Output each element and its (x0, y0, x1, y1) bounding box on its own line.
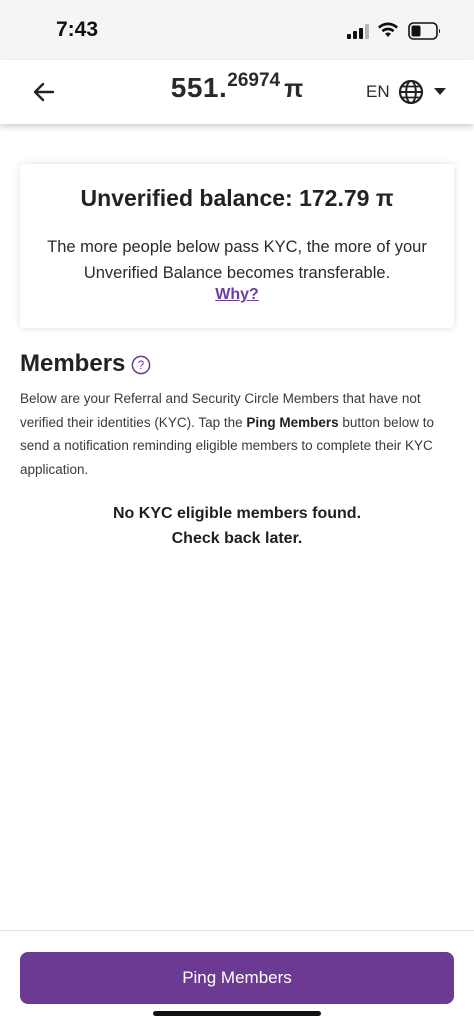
cellular-signal-icon (347, 24, 369, 39)
ping-members-button[interactable]: Ping Members (20, 952, 454, 1004)
why-link[interactable]: Why? (20, 286, 454, 304)
status-time: 7:43 (56, 18, 99, 41)
empty-state-message: No KYC eligible members found. Check bac… (0, 501, 474, 551)
unverified-balance-description: The more people below pass KYC, the more… (47, 238, 427, 282)
unverified-balance-title: Unverified balance: 172.79 π (80, 185, 394, 211)
language-selector[interactable]: EN (366, 76, 446, 108)
empty-state-line-2: Check back later. (171, 530, 303, 547)
members-description-bold: Ping Members (246, 414, 339, 430)
members-heading: Members ? (20, 348, 151, 380)
app-header: 551.26974 π EN (0, 60, 474, 124)
globe-icon (398, 79, 423, 105)
battery-icon (408, 22, 441, 40)
pi-symbol: π (284, 75, 304, 103)
balance-integer: 551. (170, 72, 228, 103)
wifi-icon (378, 22, 398, 37)
bottom-divider (0, 930, 474, 931)
members-description: Below are your Referral and Security Cir… (20, 387, 450, 481)
home-indicator (153, 1011, 321, 1016)
svg-text:?: ? (138, 360, 144, 372)
unverified-balance-card: Unverified balance: 172.79 π The more pe… (20, 164, 454, 328)
caret-down-icon (433, 88, 446, 95)
balance-decimals: 26974 (227, 70, 281, 91)
app-screen: 7:43 551.26974 π EN Unverified balance: … (0, 0, 474, 1026)
question-circle-icon[interactable]: ? (131, 355, 151, 375)
members-title: Members (20, 350, 126, 377)
language-code: EN (366, 82, 390, 101)
status-bar: 7:43 (0, 0, 474, 60)
empty-state-line-1: No KYC eligible members found. (112, 505, 362, 522)
